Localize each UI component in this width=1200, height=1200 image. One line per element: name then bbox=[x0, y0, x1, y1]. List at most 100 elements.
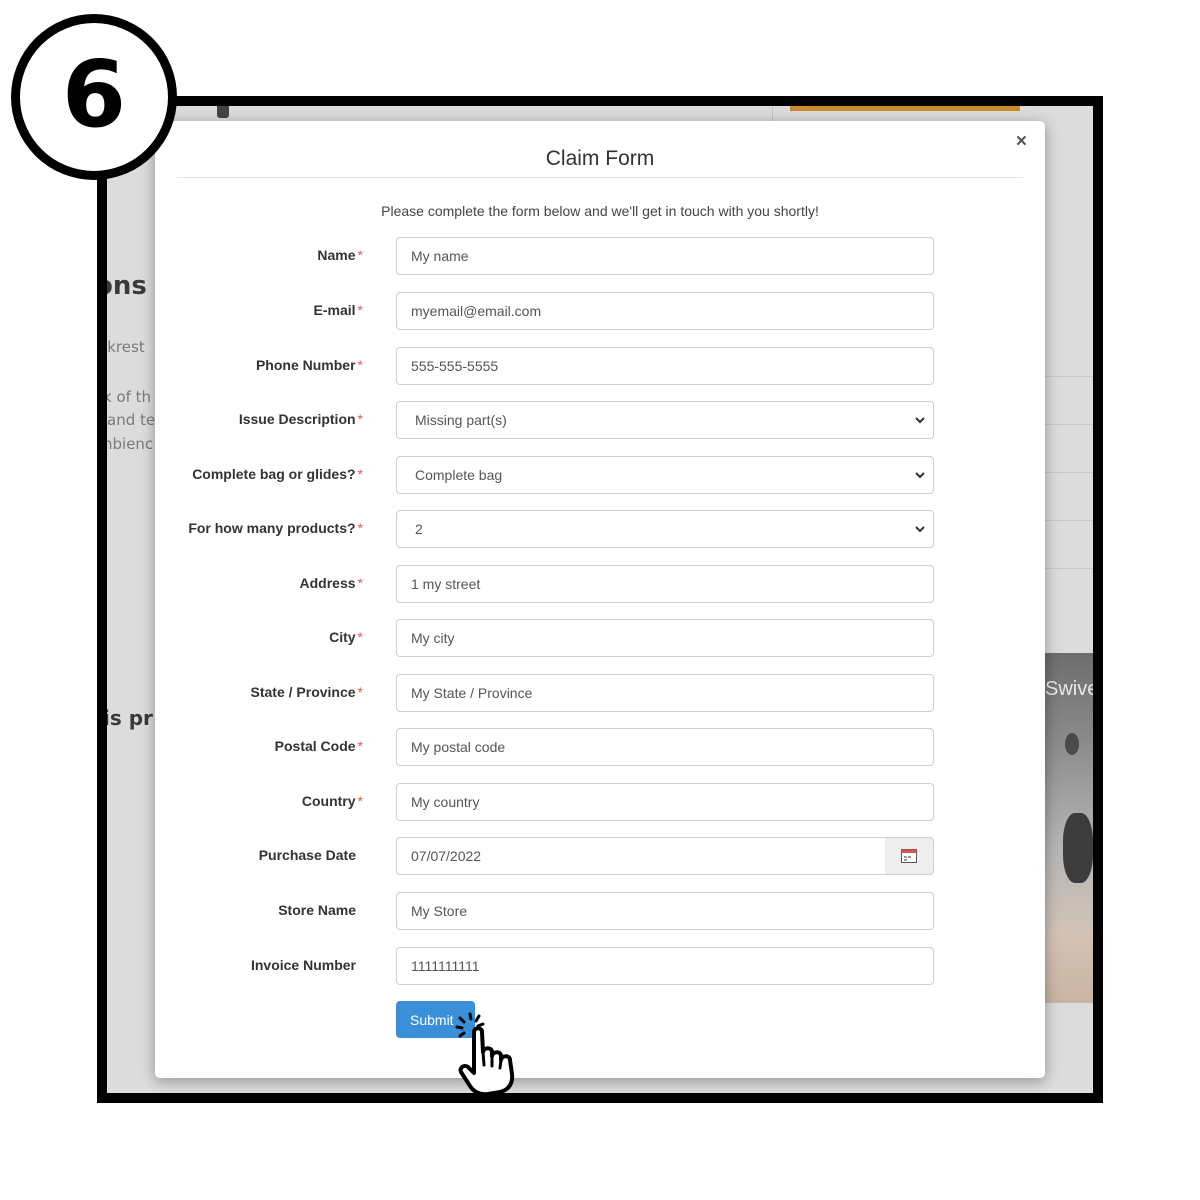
form-intro: Please complete the form below and we'll… bbox=[381, 203, 819, 219]
form-row-count: For how many products? * 2 bbox=[155, 510, 1045, 548]
store-label: Store Name bbox=[278, 902, 363, 918]
background-product-photo bbox=[1045, 653, 1093, 1003]
step-badge: 6 bbox=[11, 14, 177, 180]
form-row-name: Name * My name bbox=[155, 237, 1045, 275]
photo-detail bbox=[1065, 733, 1079, 755]
city-label-text: City bbox=[329, 629, 356, 645]
bag-label: Complete bag or glides? * bbox=[192, 466, 363, 482]
count-label: For how many products? * bbox=[188, 520, 363, 536]
required-marker: * bbox=[357, 520, 363, 536]
invoice-label: Invoice Number bbox=[251, 957, 363, 973]
address-field[interactable]: 1 my street bbox=[396, 565, 934, 603]
required-marker: * bbox=[357, 302, 363, 318]
background-heading: ons bbox=[97, 271, 147, 301]
city-field[interactable]: My city bbox=[396, 619, 934, 657]
modal-divider bbox=[177, 177, 1023, 178]
postal-label: Postal Code * bbox=[275, 738, 363, 754]
form-row-store: Store Name My Store bbox=[155, 892, 1045, 930]
invoice-value: 1111111111 bbox=[411, 958, 480, 974]
address-label-text: Address bbox=[299, 575, 356, 591]
count-label-text: For how many products? bbox=[188, 520, 356, 536]
count-select[interactable]: 2 bbox=[396, 510, 934, 548]
form-row-bag: Complete bag or glides? * Complete bag bbox=[155, 456, 1045, 494]
store-name-field[interactable]: My Store bbox=[396, 892, 934, 930]
postal-value: My postal code bbox=[411, 739, 506, 755]
calendar-icon bbox=[901, 849, 917, 863]
state-label: State / Province * bbox=[251, 684, 364, 700]
issue-select[interactable]: Missing part(s) bbox=[396, 401, 934, 439]
background-subheading: is pr bbox=[103, 706, 153, 730]
background-text-line: nbienc bbox=[103, 435, 154, 453]
form-row-city: City * My city bbox=[155, 619, 1045, 657]
email-label: E-mail * bbox=[314, 302, 363, 318]
required-marker: * bbox=[357, 357, 363, 373]
chevron-down-icon bbox=[915, 472, 925, 479]
modal-title: Claim Form bbox=[545, 147, 655, 170]
required-marker: * bbox=[357, 793, 363, 809]
purchase-date-value: 07/07/2022 bbox=[411, 848, 482, 864]
background-text-line: k of th bbox=[103, 388, 152, 406]
invoice-label-text: Invoice Number bbox=[250, 957, 356, 973]
background-accent-bar bbox=[790, 106, 1020, 111]
count-value: 2 bbox=[415, 521, 423, 537]
required-marker: * bbox=[357, 575, 363, 591]
name-label-text: Name bbox=[317, 247, 356, 263]
postal-code-field[interactable]: My postal code bbox=[396, 728, 934, 766]
form-row-invoice: Invoice Number 1111111111 bbox=[155, 947, 1045, 985]
country-field[interactable]: My country bbox=[396, 783, 934, 821]
required-marker: * bbox=[357, 629, 363, 645]
email-label-text: E-mail bbox=[313, 302, 356, 318]
state-field[interactable]: My State / Province bbox=[396, 674, 934, 712]
email-value: myemail@email.com bbox=[411, 303, 542, 319]
form-row-postal: Postal Code * My postal code bbox=[155, 728, 1045, 766]
background-rule bbox=[1045, 472, 1093, 473]
calendar-button[interactable] bbox=[885, 837, 934, 875]
store-label-text: Store Name bbox=[278, 902, 356, 918]
city-value: My city bbox=[411, 630, 455, 646]
bag-select[interactable]: Complete bag bbox=[396, 456, 934, 494]
hand-pointer-icon bbox=[455, 1012, 515, 1096]
name-field[interactable]: My name bbox=[396, 237, 934, 275]
background-text-line: and te bbox=[107, 411, 156, 429]
country-value: My country bbox=[411, 794, 480, 810]
form-row-state: State / Province * My State / Province bbox=[155, 674, 1045, 712]
phone-value: 555-555-5555 bbox=[411, 358, 499, 374]
city-label: City * bbox=[329, 629, 363, 645]
form-row-phone: Phone Number * 555-555-5555 bbox=[155, 347, 1045, 385]
phone-field[interactable]: 555-555-5555 bbox=[396, 347, 934, 385]
step-number: 6 bbox=[61, 41, 126, 148]
bag-label-text: Complete bag or glides? bbox=[192, 466, 356, 482]
store-value: My Store bbox=[411, 903, 468, 919]
purchase-date-label: Purchase Date bbox=[259, 847, 363, 863]
required-marker: * bbox=[357, 684, 363, 700]
email-field[interactable]: myemail@email.com bbox=[396, 292, 934, 330]
chevron-down-icon bbox=[915, 526, 925, 533]
chevron-down-icon bbox=[915, 417, 925, 424]
background-rule bbox=[1045, 520, 1093, 521]
background-photo-caption: Swive bbox=[1045, 678, 1099, 700]
required-marker: * bbox=[357, 247, 363, 263]
purchase-date-field[interactable]: 07/07/2022 bbox=[396, 837, 886, 875]
form-row-purchase-date: Purchase Date 07/07/2022 bbox=[155, 837, 1045, 875]
invoice-number-field[interactable]: 1111111111 bbox=[396, 947, 934, 985]
form-row-email: E-mail * myemail@email.com bbox=[155, 292, 1045, 330]
background-rule bbox=[1045, 568, 1093, 569]
required-marker: * bbox=[357, 738, 363, 754]
form-row-country: Country * My country bbox=[155, 783, 1045, 821]
phone-label: Phone Number * bbox=[256, 357, 363, 373]
photo-detail bbox=[1063, 813, 1093, 883]
background-decoration bbox=[217, 106, 229, 118]
state-value: My State / Province bbox=[411, 685, 533, 701]
background-text-line: ckrest bbox=[99, 338, 145, 356]
postal-label-text: Postal Code bbox=[274, 738, 356, 754]
address-label: Address * bbox=[300, 575, 363, 591]
bag-value: Complete bag bbox=[415, 467, 503, 483]
form-row-address: Address * 1 my street bbox=[155, 565, 1045, 603]
background-rule bbox=[1045, 376, 1093, 377]
required-marker: * bbox=[357, 411, 363, 427]
address-value: 1 my street bbox=[411, 576, 481, 592]
issue-label-text: Issue Description bbox=[238, 411, 356, 427]
background-rule bbox=[1045, 424, 1093, 425]
purchase-date-label-text: Purchase Date bbox=[258, 847, 356, 863]
issue-value: Missing part(s) bbox=[415, 412, 507, 428]
